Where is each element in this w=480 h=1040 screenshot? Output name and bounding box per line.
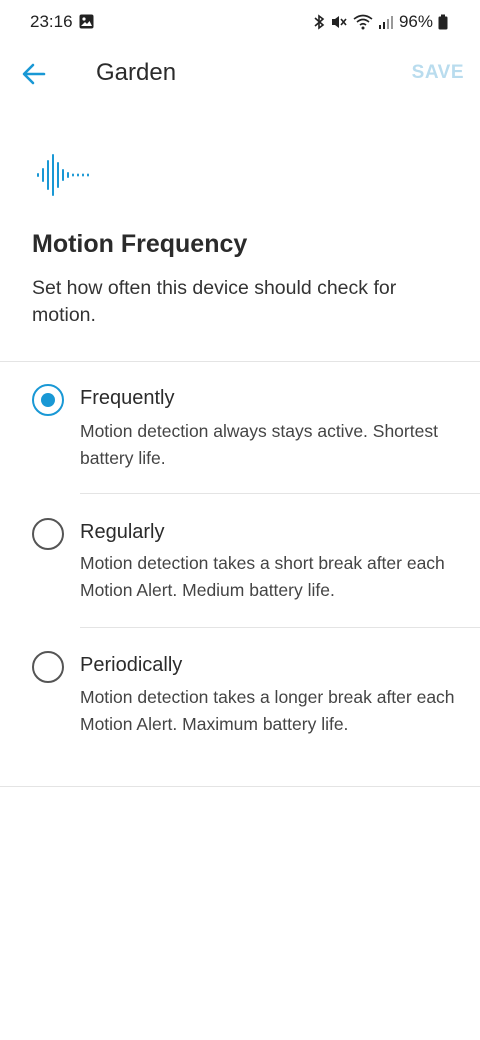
option-description: Motion detection takes a longer break af… [80, 687, 455, 734]
radio-button-selected[interactable] [32, 384, 64, 416]
radio-button[interactable] [32, 651, 64, 683]
status-icons: 96% [313, 12, 448, 32]
battery-icon [438, 14, 448, 30]
option-description: Motion detection always stays active. Sh… [80, 421, 438, 468]
sound-wave-icon [37, 154, 89, 196]
option-title: Frequently [80, 387, 175, 409]
app-bar: Garden SAVE [0, 44, 480, 104]
page-title: Garden [96, 59, 177, 86]
option-title: Periodically [80, 654, 183, 676]
status-time: 23:16 [30, 12, 73, 31]
save-button[interactable]: SAVE [412, 62, 464, 84]
section-description: Set how often this device should check f… [32, 277, 397, 326]
signal-icon [378, 16, 393, 29]
image-icon [79, 14, 94, 29]
option-periodically[interactable]: Periodically Motion detection takes a lo… [0, 628, 480, 786]
back-arrow-icon[interactable] [18, 57, 52, 91]
bluetooth-icon [314, 14, 325, 30]
option-frequently[interactable]: Frequently Motion detection always stays… [0, 362, 480, 493]
divider [0, 786, 480, 787]
status-bar: 23:16 96% [0, 0, 480, 44]
mute-icon [331, 16, 347, 28]
section-heading: Motion Frequency [32, 230, 248, 258]
battery-percent: 96% [398, 12, 433, 31]
option-title: Regularly [80, 521, 165, 543]
wifi-icon [353, 14, 373, 30]
option-description: Motion detection takes a short break aft… [80, 553, 445, 600]
option-regularly[interactable]: Regularly Motion detection takes a short… [0, 494, 480, 627]
radio-button[interactable] [32, 518, 64, 550]
